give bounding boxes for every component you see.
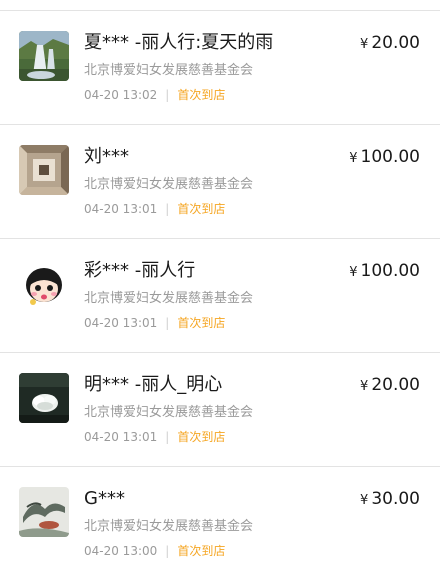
donation-time: 04-20 13:01	[84, 316, 158, 330]
first-visit-tag: 首次到店	[177, 544, 226, 558]
meta-separator: |	[165, 544, 170, 558]
amount-value: 30.00	[371, 489, 420, 509]
donation-time: 04-20 13:01	[84, 430, 158, 444]
abstract-tunnel-photo-icon	[19, 145, 69, 195]
organization-name: 北京博爱妇女发展慈善基金会	[84, 519, 254, 534]
donation-meta: 04-20 13:01 | 首次到店	[84, 429, 225, 445]
donation-meta: 04-20 13:01 | 首次到店	[84, 315, 225, 331]
cartoon-girl-avatar-icon	[19, 259, 69, 309]
donation-amount: ¥100.00	[349, 259, 420, 285]
amount-value: 20.00	[371, 33, 420, 53]
ink-painting-photo-icon	[19, 487, 69, 537]
donor-avatar[interactable]	[19, 31, 69, 81]
first-visit-tag: 首次到店	[177, 430, 226, 444]
donation-item[interactable]: 明*** -丽人_明心 ¥20.00 北京博爱妇女发展慈善基金会 04-20 1…	[0, 353, 440, 467]
donation-item[interactable]: G*** ¥30.00 北京博爱妇女发展慈善基金会 04-20 13:00 | 首次…	[0, 467, 440, 581]
donor-avatar[interactable]	[19, 259, 69, 309]
donation-amount: ¥30.00	[360, 487, 420, 513]
amount-value: 100.00	[360, 261, 420, 281]
currency-symbol: ¥	[349, 151, 358, 166]
donation-meta: 04-20 13:01 | 首次到店	[84, 201, 225, 217]
meta-separator: |	[165, 430, 170, 444]
donation-meta: 04-20 13:00 | 首次到店	[84, 543, 225, 559]
donor-name: 彩*** -丽人行	[84, 260, 196, 281]
currency-symbol: ¥	[349, 265, 358, 280]
meta-separator: |	[165, 202, 170, 216]
donation-amount: ¥20.00	[360, 373, 420, 399]
meta-separator: |	[165, 88, 170, 102]
organization-name: 北京博爱妇女发展慈善基金会	[84, 405, 254, 420]
donation-item[interactable]: 彩*** -丽人行 ¥100.00 北京博爱妇女发展慈善基金会 04-20 13…	[0, 239, 440, 353]
donation-amount: ¥20.00	[360, 31, 420, 57]
organization-name: 北京博爱妇女发展慈善基金会	[84, 63, 254, 78]
donation-amount: ¥100.00	[349, 145, 420, 171]
first-visit-tag: 首次到店	[177, 202, 226, 216]
organization-name: 北京博爱妇女发展慈善基金会	[84, 291, 254, 306]
currency-symbol: ¥	[360, 37, 369, 52]
donation-item[interactable]: 刘*** ¥100.00 北京博爱妇女发展慈善基金会 04-20 13:01 | 首…	[0, 125, 440, 239]
donor-name: 夏*** -丽人行:夏天的雨	[84, 32, 274, 53]
currency-symbol: ¥	[360, 379, 369, 394]
donor-name: G***	[84, 488, 125, 509]
donation-time: 04-20 13:00	[84, 544, 158, 558]
currency-symbol: ¥	[360, 493, 369, 508]
donor-avatar[interactable]	[19, 145, 69, 195]
first-visit-tag: 首次到店	[177, 88, 226, 102]
donor-avatar[interactable]	[19, 373, 69, 423]
donation-meta: 04-20 13:02 | 首次到店	[84, 87, 225, 103]
donor-name: 明*** -丽人_明心	[84, 374, 223, 395]
first-visit-tag: 首次到店	[177, 316, 226, 330]
amount-value: 20.00	[371, 375, 420, 395]
donation-time: 04-20 13:02	[84, 88, 158, 102]
donor-avatar[interactable]	[19, 487, 69, 537]
donation-time: 04-20 13:01	[84, 202, 158, 216]
donor-name: 刘***	[84, 146, 129, 167]
meta-separator: |	[165, 316, 170, 330]
organization-name: 北京博爱妇女发展慈善基金会	[84, 177, 254, 192]
donation-list: 夏*** -丽人行:夏天的雨 ¥20.00 北京博爱妇女发展慈善基金会 04-2…	[0, 10, 440, 581]
donation-item[interactable]: 夏*** -丽人行:夏天的雨 ¥20.00 北京博爱妇女发展慈善基金会 04-2…	[0, 11, 440, 125]
amount-value: 100.00	[360, 147, 420, 167]
white-flower-photo-icon	[19, 373, 69, 423]
waterfall-photo-icon	[19, 31, 69, 81]
